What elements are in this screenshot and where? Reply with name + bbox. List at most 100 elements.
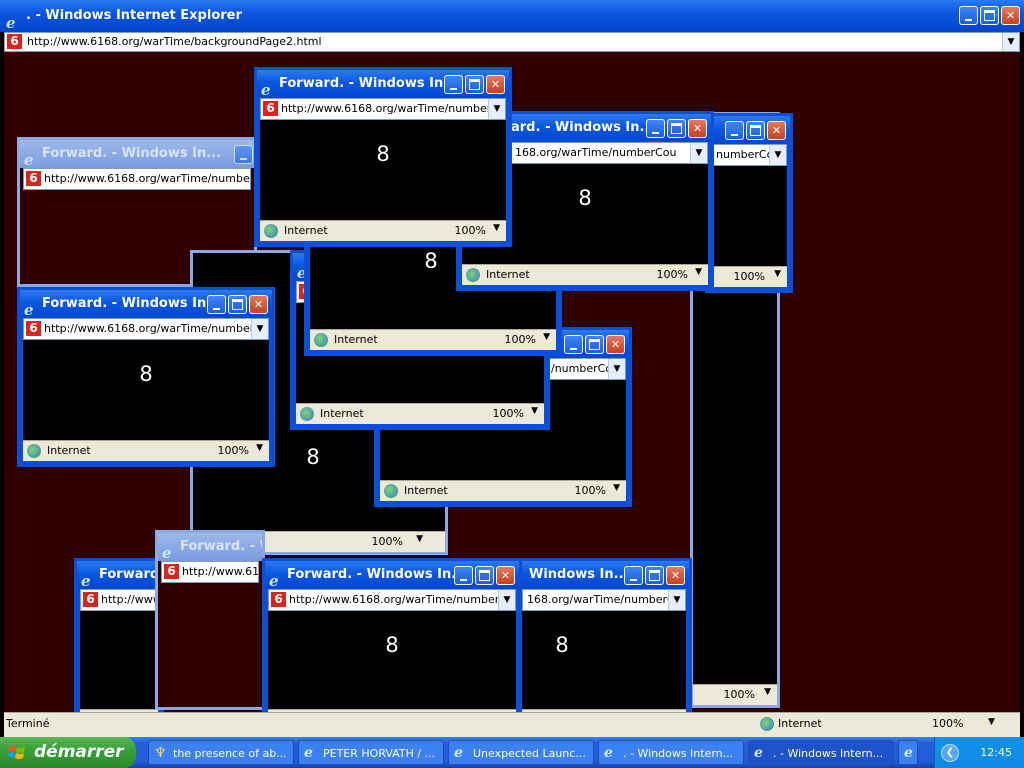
popup-window[interactable]: e Forward. - Windows In... ✕ 6 http://www…	[254, 67, 512, 247]
zoom-label[interactable]: 100%	[455, 224, 486, 237]
minimize-button[interactable]	[959, 6, 978, 25]
address-dropdown-icon[interactable]: ▼	[488, 99, 505, 119]
close-button[interactable]: ✕	[496, 566, 515, 585]
minimize-button[interactable]	[646, 119, 665, 138]
address-dropdown-icon[interactable]: ▼	[498, 590, 515, 610]
close-button[interactable]: ✕	[767, 121, 786, 140]
popup-title: Forward. - W	[180, 539, 262, 554]
popup-status-bar: Internet 100% ▼	[260, 220, 506, 241]
zoom-dropdown-icon[interactable]: ▼	[613, 483, 620, 493]
zoom-dropdown-icon[interactable]: ▼	[988, 717, 995, 727]
popup-window[interactable]: e Forward. 6http://www Internet	[74, 558, 164, 736]
zoom-dropdown-icon[interactable]: ▼	[493, 223, 500, 233]
popup-address-bar[interactable]: 6 http://www.6168.org/warTime/numberCou ▼	[23, 318, 269, 340]
zoom-label[interactable]: 100%	[932, 717, 963, 730]
maximize-button[interactable]	[746, 121, 765, 140]
taskbar-item[interactable]: e . - Windows Intern...	[598, 740, 744, 765]
popup-address-bar[interactable]: 6 http://www	[80, 589, 158, 611]
minimize-button[interactable]	[234, 145, 253, 164]
close-button[interactable]: ✕	[486, 75, 505, 94]
close-button[interactable]: ✕	[606, 335, 625, 354]
popup-title: Forward. - Windows In...	[279, 76, 459, 91]
popup-window-inactive[interactable]: e Forward. - W 6http://www.61	[155, 530, 265, 710]
minimize-button[interactable]	[454, 566, 473, 585]
close-button[interactable]: ✕	[666, 566, 685, 585]
popup-titlebar[interactable]: e Forward. - Windows In... ✕	[265, 561, 519, 589]
zoom-label[interactable]: 100%	[218, 444, 249, 457]
minimize-button[interactable]	[624, 566, 643, 585]
close-button[interactable]: ✕	[688, 119, 707, 138]
popup-address-bar[interactable]: numberCou ▼	[711, 144, 787, 166]
popup-titlebar[interactable]: e Forward. - Windows In...	[20, 140, 254, 168]
taskbar-item[interactable]: e PETER HORVATH / ...	[298, 740, 444, 765]
popup-window[interactable]: Windows In... ✕ 168.org/warTime/numberCo…	[516, 558, 692, 736]
zoom-label[interactable]: 100%	[372, 535, 403, 548]
popup-titlebar[interactable]: e Forward. - W	[158, 533, 262, 561]
popup-titlebar[interactable]: e Forward.	[77, 561, 161, 589]
maximize-button[interactable]	[980, 6, 999, 25]
main-window-titlebar[interactable]: e . - Windows Internet Explorer ✕	[0, 0, 1024, 32]
address-dropdown-icon[interactable]: ▼	[608, 359, 625, 379]
zoom-dropdown-icon[interactable]: ▼	[774, 269, 781, 279]
popup-titlebar[interactable]: e Forward. - Windows In... ✕	[257, 70, 509, 98]
minimize-button[interactable]	[207, 295, 226, 314]
main-address-bar[interactable]: 6 http://www.6168.org/warTime/background…	[4, 32, 1020, 52]
zoom-label[interactable]: 100%	[493, 407, 524, 420]
taskbar-item[interactable]: e	[898, 740, 918, 765]
close-button[interactable]: ✕	[249, 295, 268, 314]
popup-titlebar[interactable]: Windows In... ✕	[519, 561, 689, 589]
popup-titlebar[interactable]: e Forward. - Windows In... ✕	[20, 290, 272, 318]
close-button[interactable]: ✕	[1001, 6, 1020, 25]
start-button[interactable]: démarrer	[0, 737, 136, 768]
zoom-dropdown-icon[interactable]: ▼	[256, 443, 263, 453]
popup-title: Windows In...	[529, 567, 629, 582]
maximize-button[interactable]	[228, 295, 247, 314]
popup-controls: ✕	[646, 119, 707, 139]
zoom-dropdown-icon[interactable]: ▼	[531, 406, 538, 416]
address-dropdown-icon[interactable]: ▼	[251, 319, 268, 339]
popup-address-bar[interactable]: 6http://www.6168.org/warTime/numberCou	[23, 168, 251, 190]
zoom-dropdown-icon[interactable]: ▼	[764, 687, 771, 697]
maximize-button[interactable]	[667, 119, 686, 138]
popup-content: 8	[522, 611, 686, 711]
zoom-dropdown-icon[interactable]: ▼	[416, 534, 423, 544]
ie-icon: e	[904, 745, 913, 761]
popup-address-text: http://www.6168.org/warTime/numberCou	[44, 172, 250, 185]
minimize-button[interactable]	[564, 335, 583, 354]
popup-window[interactable]: e Forward. - Windows In... ✕ 6 http://www…	[17, 287, 275, 467]
taskbar-item-active[interactable]: e . - Windows Intern...	[748, 740, 894, 765]
popup-window[interactable]: e Forward. - Windows In... ✕ 6 http://www…	[262, 558, 522, 736]
popup-window[interactable]: ✕ numberCou ▼ 100% ▼	[705, 113, 793, 293]
globe-icon	[466, 268, 480, 282]
popup-address-bar[interactable]: 6 http://www.61	[161, 561, 259, 583]
show-hidden-icons-icon[interactable]: ❮	[941, 744, 959, 762]
address-dropdown-icon[interactable]: ▼	[668, 590, 685, 610]
taskbar: démarrer ♆ the presence of ab... e PETER H…	[0, 737, 1024, 768]
maximize-button[interactable]	[645, 566, 664, 585]
zoom-label[interactable]: 100%	[724, 688, 755, 701]
zoom-dropdown-icon[interactable]: ▼	[695, 267, 702, 277]
minimize-button[interactable]	[444, 75, 463, 94]
popup-address-bar[interactable]: 6 http://www.6168.org/warTime/numberCou ▼	[268, 589, 516, 611]
popup-status-bar: Internet 100% ▼	[380, 480, 626, 501]
zoom-label[interactable]: 100%	[575, 484, 606, 497]
taskbar-item[interactable]: ♆ the presence of ab...	[148, 740, 294, 765]
clock[interactable]: 12:45	[980, 746, 1012, 759]
address-dropdown-icon[interactable]: ▼	[769, 145, 786, 165]
maximize-button[interactable]	[465, 75, 484, 94]
popup-address-bar[interactable]: 6 http://www.6168.org/warTime/numberCou ▼	[260, 98, 506, 120]
taskbar-item[interactable]: e Unexpected Launc...	[448, 740, 594, 765]
zoom-label[interactable]: 100%	[505, 333, 536, 346]
maximize-button[interactable]	[475, 566, 494, 585]
popup-address-bar[interactable]: 168.org/warTime/numberCou ▼	[522, 589, 686, 611]
popup-titlebar[interactable]: ✕	[708, 116, 790, 144]
ie-icon: e	[604, 745, 613, 761]
minimize-button[interactable]	[725, 121, 744, 140]
zoom-dropdown-icon[interactable]: ▼	[543, 332, 550, 342]
taskbar-item-label: . - Windows Intern...	[773, 747, 884, 760]
maximize-button[interactable]	[585, 335, 604, 354]
zoom-label[interactable]: 100%	[657, 268, 688, 281]
zoom-label[interactable]: 100%	[734, 270, 765, 283]
address-dropdown-icon[interactable]: ▼	[690, 143, 707, 163]
address-dropdown-icon[interactable]: ▼	[1002, 33, 1019, 51]
